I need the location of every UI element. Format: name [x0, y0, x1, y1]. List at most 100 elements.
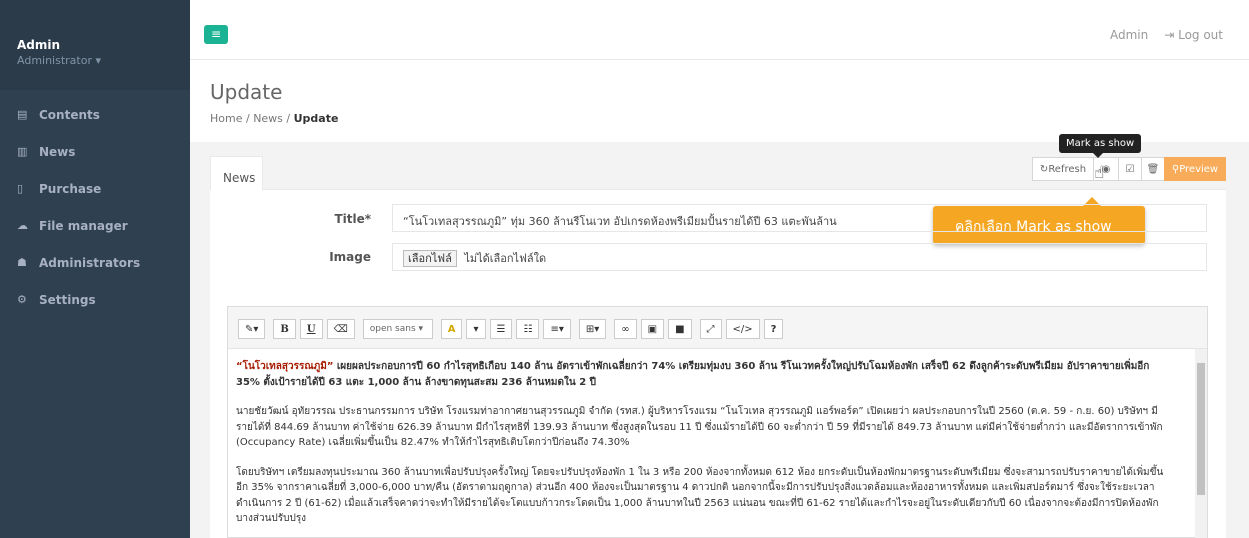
sidebar-item-label: File manager — [39, 218, 128, 233]
sidebar-item-purchase[interactable]: ▯ Purchase — [0, 170, 190, 207]
page-heading: Update Home / News / Update — [190, 60, 1249, 142]
lead-hotel-name: “โนโวเทลสุวรรณภูมิ” — [236, 361, 334, 372]
eraser-button[interactable]: ⌫ — [326, 319, 355, 339]
mark-as-show-tooltip: Mark as show — [1059, 134, 1142, 158]
choose-file-button[interactable]: เลือกไฟล์ — [403, 250, 457, 267]
magic-wand-dropdown[interactable]: ✎▾ — [238, 319, 266, 339]
breadcrumb: Home / News / Update — [210, 112, 1249, 125]
magic-wand-icon: ✎▾ — [245, 323, 259, 335]
hamburger-icon: ≡ — [210, 27, 222, 41]
mark-checkbox-button[interactable]: ☑ — [1118, 157, 1142, 181]
list-ol-icon: ☷ — [523, 323, 533, 335]
menu-toggle-button[interactable]: ≡ — [204, 25, 228, 44]
hand-cursor-icon: ☝ — [1094, 163, 1105, 183]
body-paragraph: โดยบริษัทฯ เตรียมลงทุนประมาณ 360 ล้านบาท… — [236, 466, 1164, 525]
sidebar-item-label: Purchase — [39, 181, 102, 196]
preview-label: Preview — [1179, 163, 1219, 175]
scrollbar-thumb[interactable] — [1197, 363, 1205, 495]
table-icon: ⊞▾ — [585, 323, 600, 335]
file-status-text: ไม่ได้เลือกไฟล์ใด — [464, 252, 547, 265]
refresh-icon: ↻ — [1039, 163, 1049, 175]
fullscreen-icon: ⤢ — [706, 323, 715, 335]
picture-button[interactable]: ▣ — [640, 319, 665, 339]
sidebar-item-news[interactable]: ▥ News — [0, 133, 190, 170]
delete-button[interactable]: 🗑 — [1141, 157, 1165, 181]
code-view-button[interactable]: </> — [725, 319, 760, 339]
sidebar-item-administrators[interactable]: ☗ Administrators — [0, 244, 190, 281]
table-dropdown[interactable]: ⊞▾ — [578, 319, 607, 339]
sidebar-item-contents[interactable]: ▤ Contents — [0, 96, 190, 133]
video-button[interactable]: ■ — [668, 319, 692, 339]
breadcrumb-current: Update — [293, 112, 339, 125]
admin-link[interactable]: Admin — [1110, 28, 1148, 42]
logout-label: Log out — [1178, 28, 1223, 42]
lead-text: เผยผลประกอบการปี 60 กำไรสุทธิเกือบ 140 ล… — [236, 361, 1150, 388]
breadcrumb-separator: / — [286, 112, 294, 125]
editor-toolbar: ✎▾ B U ⌫ open sans ▾ A ▾ ☰ ☷ ≡▾ ⊞▾ ∞ ▣ ■… — [228, 307, 1207, 349]
sidebar-item-label: Administrators — [39, 255, 141, 270]
cogs-icon: ⚙ — [17, 293, 27, 306]
underline-button[interactable]: U — [299, 319, 323, 339]
color-dropdown-button[interactable]: ▾ — [466, 319, 486, 339]
preview-button[interactable]: ⚲ Preview — [1164, 157, 1226, 181]
lead-paragraph: “โนโวเทลสุวรรณภูมิ” เผยผลประกอบการปี 60 … — [236, 359, 1171, 390]
tab-news[interactable]: News — [210, 156, 263, 190]
video-icon: ■ — [675, 323, 685, 335]
code-icon: </> — [732, 323, 753, 335]
caret-down-icon: ▾ — [473, 323, 479, 335]
image-file-input[interactable]: เลือกไฟล์ ไม่ได้เลือกไฟล์ใด — [392, 243, 1207, 271]
title-input[interactable]: “โนโวเทลสุวรรณภูมิ” ทุ่ม 360 ล้านรีโนเวท… — [392, 204, 1207, 232]
picture-icon: ▣ — [647, 323, 658, 335]
user-name: Admin — [17, 38, 61, 52]
fullscreen-button[interactable]: ⤢ — [699, 319, 722, 339]
card-toolbar: ↻ Refresh ◉ ☑ 🗑 ⚲ Preview — [1032, 157, 1226, 181]
align-icon: ≡▾ — [550, 323, 564, 335]
sidebar-item-settings[interactable]: ⚙ Settings — [0, 281, 190, 318]
sidebar-item-label: Settings — [39, 292, 96, 307]
trash-icon: 🗑 — [1146, 163, 1160, 175]
link-icon: ∞ — [621, 323, 630, 335]
users-icon: ☗ — [17, 256, 27, 269]
editor-scrollbar[interactable] — [1195, 349, 1207, 538]
breadcrumb-news[interactable]: News — [253, 112, 283, 125]
question-icon: ? — [770, 323, 777, 335]
user-role-dropdown[interactable]: Administrator ▾ — [17, 54, 190, 67]
highlight-color-button[interactable]: A — [440, 319, 463, 339]
page-title: Update — [210, 80, 283, 104]
ordered-list-button[interactable]: ☷ — [516, 319, 540, 339]
top-navbar: ≡ Admin ⇥ Log out — [190, 0, 1249, 60]
top-right-links: Admin ⇥ Log out — [1110, 28, 1223, 42]
file-icon: ▯ — [17, 182, 24, 195]
refresh-label: Refresh — [1048, 163, 1087, 175]
breadcrumb-home[interactable]: Home — [210, 112, 242, 125]
sign-out-icon: ⇥ — [1164, 28, 1175, 42]
logout-link[interactable]: ⇥ Log out — [1164, 28, 1223, 42]
unordered-list-button[interactable]: ☰ — [489, 319, 513, 339]
font-color-icon: A — [447, 323, 456, 335]
eraser-icon: ⌫ — [333, 323, 348, 335]
profile-block: Admin Administrator ▾ — [0, 0, 190, 90]
list-ul-icon: ☰ — [496, 323, 506, 335]
sidebar-item-file-manager[interactable]: ☁ File manager — [0, 207, 190, 244]
link-button[interactable]: ∞ — [614, 319, 637, 339]
body-paragraph: นายชัยวัฒน์ อุทัยวรรณ ประธานกรรมการ บริษ… — [236, 406, 1163, 448]
rich-text-editor[interactable]: ✎▾ B U ⌫ open sans ▾ A ▾ ☰ ☷ ≡▾ ⊞▾ ∞ ▣ ■… — [227, 306, 1208, 538]
list-icon: ▤ — [17, 108, 28, 121]
image-label: Image — [329, 250, 371, 264]
sidebar-item-label: Contents — [39, 107, 100, 122]
sidebar: Admin Administrator ▾ ▤ Contents ▥ News … — [0, 0, 190, 538]
check-square-icon: ☑ — [1125, 163, 1135, 175]
help-button[interactable]: ? — [763, 319, 784, 339]
editor-content[interactable]: “โนโวเทลสุวรรณภูมิ” เผยผลประกอบการปี 60 … — [228, 349, 1207, 538]
bold-button[interactable]: B — [273, 319, 296, 339]
underline-icon: U — [306, 323, 316, 335]
title-label: Title* — [334, 212, 371, 226]
newspaper-icon: ▥ — [17, 145, 28, 158]
refresh-button[interactable]: ↻ Refresh — [1032, 157, 1094, 181]
search-icon: ⚲ — [1171, 163, 1180, 175]
paragraph-dropdown[interactable]: ≡▾ — [543, 319, 571, 339]
bold-icon: B — [280, 323, 289, 335]
cloud-icon: ☁ — [17, 219, 28, 232]
font-family-select[interactable]: open sans ▾ — [362, 319, 433, 339]
sidebar-item-label: News — [39, 144, 76, 159]
